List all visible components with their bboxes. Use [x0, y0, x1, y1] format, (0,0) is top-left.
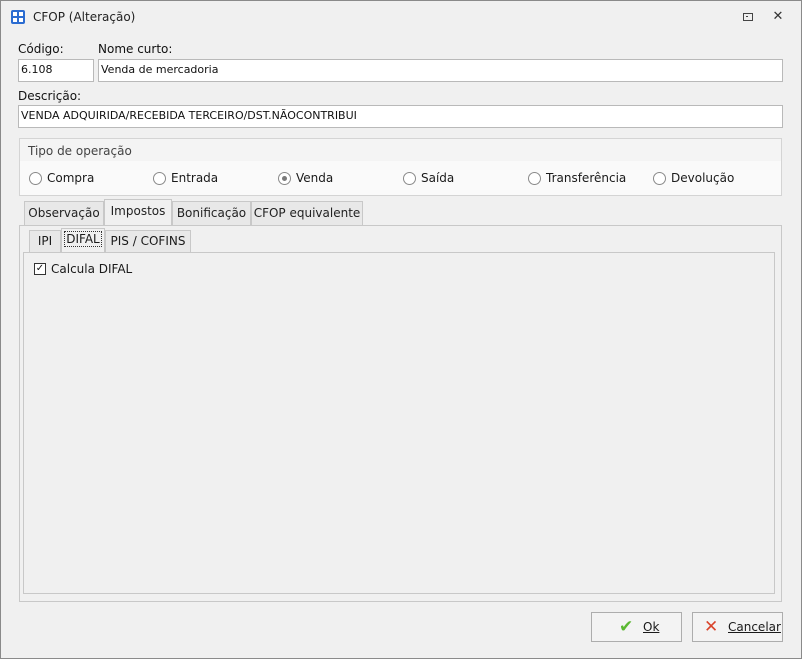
descricao-field[interactable]: VENDA ADQUIRIDA/RECEBIDA TERCEIRO/DST.NÃ… [18, 105, 783, 128]
app-icon [11, 10, 25, 24]
radio-label: Transferência [546, 171, 627, 185]
ok-button[interactable]: ✔ Ok [591, 612, 682, 642]
radio-label: Compra [47, 171, 95, 185]
descricao-label: Descrição: [18, 89, 82, 103]
calcula-difal-label: Calcula DIFAL [51, 262, 133, 276]
tab-bonificacao[interactable]: Bonificação [172, 201, 251, 225]
tipo-operacao-group: Tipo de operação [19, 138, 782, 196]
subtab-difal[interactable]: DIFAL [61, 228, 105, 252]
tab-observacao[interactable]: Observação [24, 201, 104, 225]
ok-button-label: Ok [643, 620, 660, 634]
close-icon[interactable]: ✕ [771, 10, 785, 24]
subtab-pis-cofins[interactable]: PIS / COFINS [105, 230, 191, 252]
tab-cfop-equivalente[interactable]: CFOP equivalente [251, 201, 363, 225]
dialog-window: CFOP (Alteração) ✕ Código: 6.108 Nome cu… [0, 0, 802, 659]
calcula-difal-checkbox[interactable]: ✓ [34, 263, 46, 275]
cancel-button[interactable]: ✕ Cancelar [692, 612, 783, 642]
x-icon: ✕ [704, 617, 719, 637]
nome-curto-field[interactable]: Venda de mercadoria [98, 59, 783, 82]
cancel-button-label: Cancelar [728, 620, 781, 634]
codigo-field[interactable]: 6.108 [18, 59, 94, 82]
nome-curto-label: Nome curto: [98, 42, 173, 56]
codigo-label: Código: [18, 42, 64, 56]
radio-label: Venda [296, 171, 334, 185]
radio-label: Devolução [671, 171, 735, 185]
subtab-ipi[interactable]: IPI [29, 230, 61, 252]
check-icon: ✔ [619, 617, 634, 637]
radio-label: Saída [421, 171, 455, 185]
title-bar: CFOP (Alteração) ✕ [1, 1, 801, 33]
subtab-panel [23, 252, 775, 594]
restore-icon[interactable] [741, 10, 755, 24]
tab-impostos[interactable]: Impostos [104, 199, 172, 225]
subtab-difal-label: DIFAL [64, 231, 102, 247]
tipo-operacao-title: Tipo de operação [28, 144, 132, 158]
radio-label: Entrada [171, 171, 219, 185]
window-title: CFOP (Alteração) [33, 10, 136, 24]
radio-selected-dot [282, 176, 287, 181]
